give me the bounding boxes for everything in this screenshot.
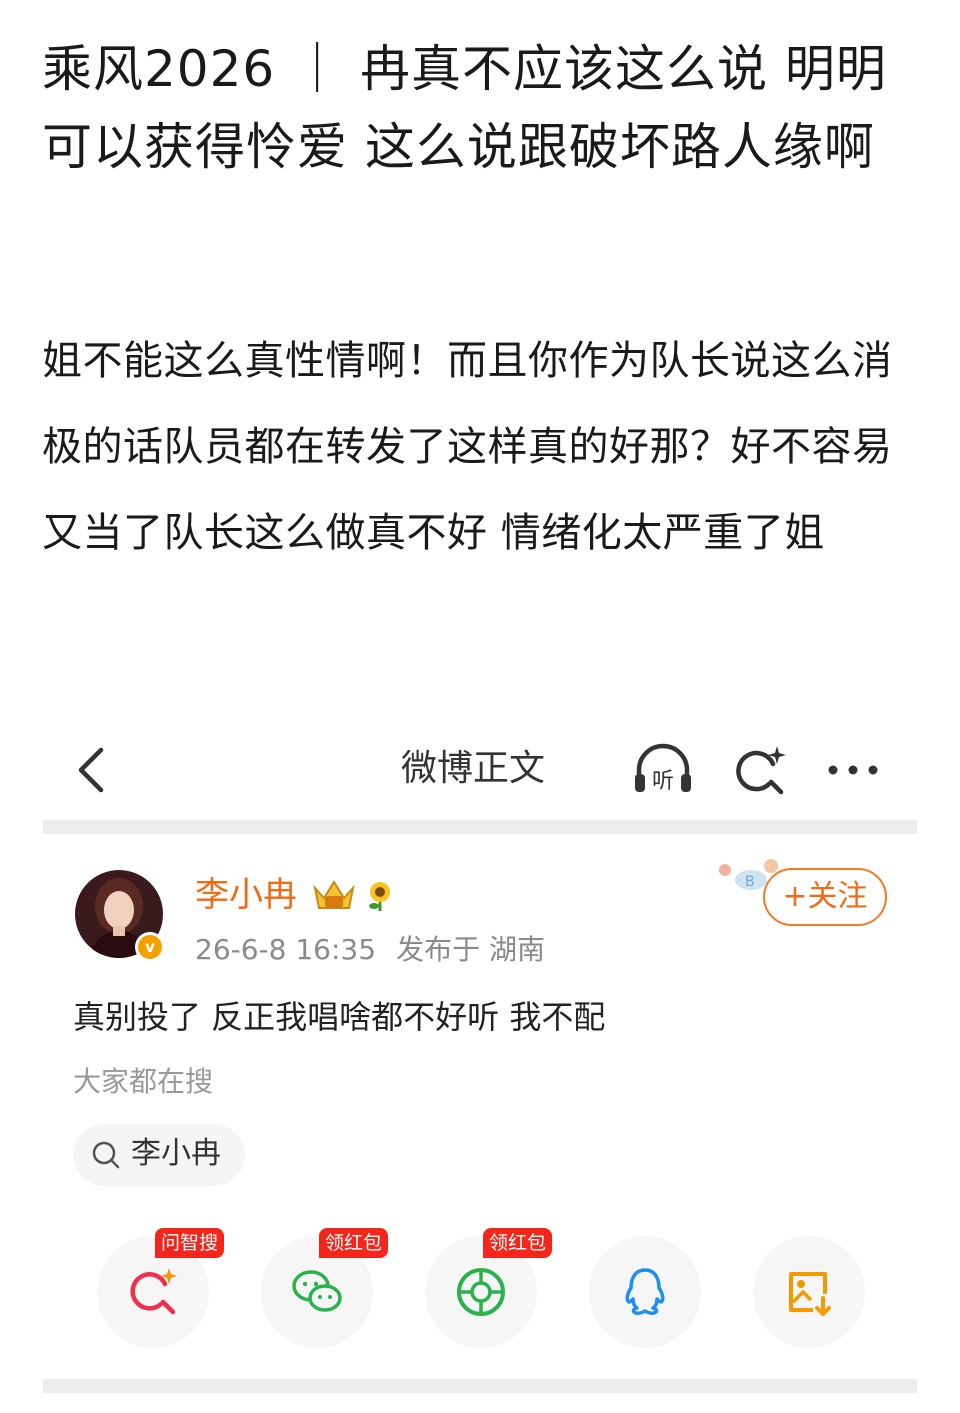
share-badge: 领红包 (483, 1228, 553, 1258)
share-qq-button[interactable] (589, 1236, 701, 1348)
weibo-post-text: 真别投了 反正我唱啥都不好听 我不配 (73, 998, 606, 1036)
vip-crown-icon (313, 880, 355, 909)
username[interactable]: 李小冉 (195, 872, 297, 918)
svg-text:B: B (745, 874, 755, 890)
share-moments-button[interactable]: 领红包 (425, 1228, 553, 1348)
search-term: 李小冉 (131, 1136, 221, 1171)
post-location: 发布于 湖南 (396, 933, 545, 966)
sunflower-icon (369, 882, 390, 911)
trending-search-label: 大家都在搜 (73, 1065, 214, 1098)
ai-search-icon (130, 1268, 177, 1315)
listen-label: 听 (652, 769, 674, 794)
divider (43, 820, 917, 834)
share-save-image-button[interactable] (753, 1236, 865, 1348)
share-wechat-button[interactable]: 领红包 (261, 1228, 389, 1348)
back-arrow-icon[interactable] (73, 744, 113, 796)
post-body: 姐不能这么真性情啊！而且你作为队长说这么消极的话队员都在转发了这样真的好那？好不… (42, 338, 893, 556)
wechat-icon (292, 1270, 342, 1312)
post-time: 26-6-8 16:35 (195, 933, 377, 966)
moments-icon (457, 1268, 505, 1316)
post-title: 乘风2026 ｜ 冉真不应该这么说 明明可以获得怜爱 这么说跟破坏路人缘啊 (42, 40, 887, 176)
embedded-weibo-screenshot: 微博正文 听 v 李小冉 26-6-8 16:35 发布于 湖南 B +关注 真… (43, 720, 917, 1413)
ai-search-icon[interactable] (733, 744, 787, 798)
verified-badge: v (135, 932, 165, 962)
search-icon (92, 1141, 120, 1169)
share-badge: 领红包 (319, 1228, 389, 1258)
share-badge: 问智搜 (155, 1228, 225, 1258)
follow-button[interactable]: +关注 (763, 868, 887, 926)
divider (43, 1379, 917, 1393)
page-title: 微博正文 (401, 748, 546, 789)
qq-icon (625, 1268, 665, 1315)
share-ai-search-button[interactable]: 问智搜 (97, 1228, 225, 1348)
search-term-chip[interactable]: 李小冉 (73, 1124, 245, 1186)
top-nav-bar: 微博正文 听 (43, 720, 917, 820)
save-image-icon (789, 1272, 831, 1316)
more-icon[interactable] (825, 750, 881, 790)
post-meta: 26-6-8 16:35 发布于 湖南 (195, 930, 565, 970)
listen-icon[interactable]: 听 (631, 742, 695, 798)
